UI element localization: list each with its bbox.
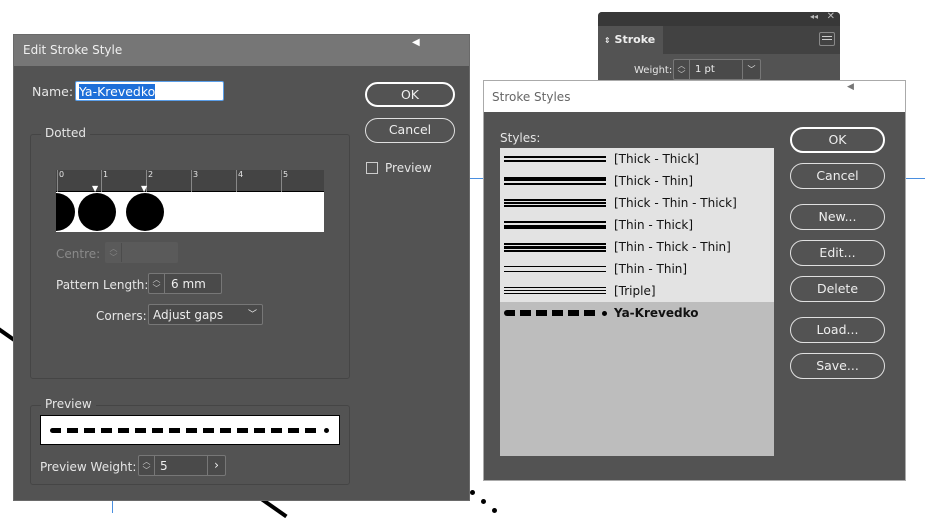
- ok-button[interactable]: OK: [790, 127, 885, 153]
- preview-weight-label: Preview Weight:: [40, 460, 137, 474]
- preview-group-label: Preview: [41, 397, 96, 411]
- weight-field[interactable]: ︿ ﹀ 1 pt ﹀: [673, 59, 761, 80]
- edit-button[interactable]: Edit...: [790, 240, 885, 266]
- collapse-panel-icon[interactable]: ◂◂: [810, 12, 818, 21]
- panel-menu-icon[interactable]: [819, 32, 835, 46]
- ok-button[interactable]: OK: [365, 82, 455, 107]
- close-icon[interactable]: ✕: [827, 11, 835, 22]
- styles-list[interactable]: [Thick - Thick] [Thick - Thin] [Thick - Th…: [500, 148, 774, 456]
- title-bar: Stroke Styles ◀: [484, 81, 905, 112]
- tab-label: Stroke: [614, 33, 656, 46]
- ruler-tick: 1: [101, 170, 108, 192]
- preview-group: Preview Preview Weight: ︿ ﹀ 5 ›: [30, 397, 350, 485]
- style-list-item[interactable]: [Thin - Thick - Thin]: [500, 236, 774, 258]
- stroke-sample: [504, 307, 607, 319]
- style-name: [Thin - Thin]: [614, 262, 688, 276]
- stroke-sample: [504, 197, 606, 209]
- tab-stroke[interactable]: ⇕ Stroke: [598, 26, 663, 54]
- chevron-down-icon: ﹀: [247, 310, 257, 320]
- pattern-preview: [56, 192, 324, 232]
- cancel-button[interactable]: Cancel: [365, 118, 455, 143]
- pattern-length-value: 6 mm: [171, 277, 206, 291]
- tab-arrows-icon: ⇕: [604, 36, 611, 45]
- new-button[interactable]: New...: [790, 204, 885, 230]
- stroke-panel: ◂◂ ✕ ⇕ Stroke Weight: ︿ ﹀ 1 pt ﹀: [598, 11, 840, 87]
- style-list-item[interactable]: [Thick - Thick]: [500, 148, 774, 170]
- delete-button[interactable]: Delete: [790, 276, 885, 302]
- save-button[interactable]: Save...: [790, 353, 885, 379]
- style-name: [Triple]: [614, 284, 656, 298]
- style-list-item[interactable]: [Thin - Thick]: [500, 214, 774, 236]
- collapse-icon[interactable]: ◀: [847, 82, 854, 92]
- ruler-tick: 3: [191, 170, 198, 192]
- edit-stroke-style-dialog: Edit Stroke Style ◀ Name: Ya-Krevedko OK…: [13, 34, 470, 501]
- styles-label: Styles:: [500, 131, 541, 145]
- style-name: [Thick - Thick]: [614, 152, 699, 166]
- stroke-sample: [504, 263, 606, 275]
- preview-checkbox-label: Preview: [385, 161, 432, 175]
- style-name: Ya-Krevedko: [614, 306, 699, 320]
- corners-value: Adjust gaps: [153, 308, 224, 322]
- stroke-sample: [504, 175, 606, 187]
- preview-checkbox[interactable]: [366, 162, 378, 174]
- centre-field: ︿ ﹀: [105, 242, 178, 263]
- centre-label: Centre:: [56, 247, 101, 261]
- stroke-preview: [40, 415, 340, 445]
- load-button[interactable]: Load...: [790, 317, 885, 343]
- pattern-length-label: Pattern Length:: [56, 278, 149, 292]
- ruler-tick: 5: [281, 170, 288, 192]
- name-label: Name:: [32, 84, 74, 99]
- weight-value: 1 pt: [695, 64, 715, 75]
- stroke-sample: [504, 153, 606, 165]
- dotted-group: Dotted 0 1 2 3 4 5 ▼ ▼ Centre: ︿ ﹀ Patter…: [30, 126, 350, 379]
- stroke-sample: [504, 241, 606, 253]
- pattern-ruler[interactable]: 0 1 2 3 4 5 ▼ ▼: [56, 170, 324, 193]
- style-list-item[interactable]: Ya-Krevedko: [500, 302, 774, 324]
- pattern-length-field[interactable]: ︿ ﹀ 6 mm: [148, 273, 222, 294]
- preview-weight-value: 5: [160, 459, 168, 473]
- style-name: [Thick - Thin - Thick]: [614, 196, 737, 210]
- style-name: [Thin - Thick - Thin]: [614, 240, 731, 254]
- stroke-sample: [504, 285, 606, 297]
- stroke-styles-dialog: Stroke Styles ◀ Styles: [Thick - Thick][…: [483, 80, 906, 481]
- name-input[interactable]: Ya-Krevedko: [75, 81, 224, 101]
- chevron-down-icon[interactable]: ﹀: [742, 60, 760, 79]
- style-list-item[interactable]: [Thick - Thin]: [500, 170, 774, 192]
- corners-dropdown[interactable]: Adjust gaps ﹀: [148, 304, 263, 325]
- style-list-item[interactable]: [Triple]: [500, 280, 774, 302]
- preview-weight-field[interactable]: ︿ ﹀ 5 ›: [138, 455, 226, 476]
- dialog-title: Stroke Styles: [492, 90, 571, 104]
- weight-label: Weight:: [634, 65, 673, 76]
- style-list-item[interactable]: [Thick - Thin - Thick]: [500, 192, 774, 214]
- artwork-dots: [470, 490, 475, 495]
- style-list-item[interactable]: [Thin - Thin]: [500, 258, 774, 280]
- collapse-icon[interactable]: ◀: [412, 37, 420, 48]
- name-input-selection: Ya-Krevedko: [79, 84, 156, 99]
- title-bar: Edit Stroke Style ◀: [14, 35, 469, 66]
- chevron-right-icon[interactable]: ›: [207, 456, 225, 475]
- dotted-group-label: Dotted: [41, 126, 90, 140]
- dialog-title: Edit Stroke Style: [23, 43, 123, 57]
- cancel-button[interactable]: Cancel: [790, 163, 885, 189]
- corners-label: Corners:: [96, 309, 147, 323]
- stroke-sample: [504, 219, 606, 231]
- ruler-tick: 0: [57, 170, 64, 192]
- ruler-tick: 4: [236, 170, 243, 192]
- style-name: [Thin - Thick]: [614, 218, 694, 232]
- style-name: [Thick - Thin]: [614, 174, 694, 188]
